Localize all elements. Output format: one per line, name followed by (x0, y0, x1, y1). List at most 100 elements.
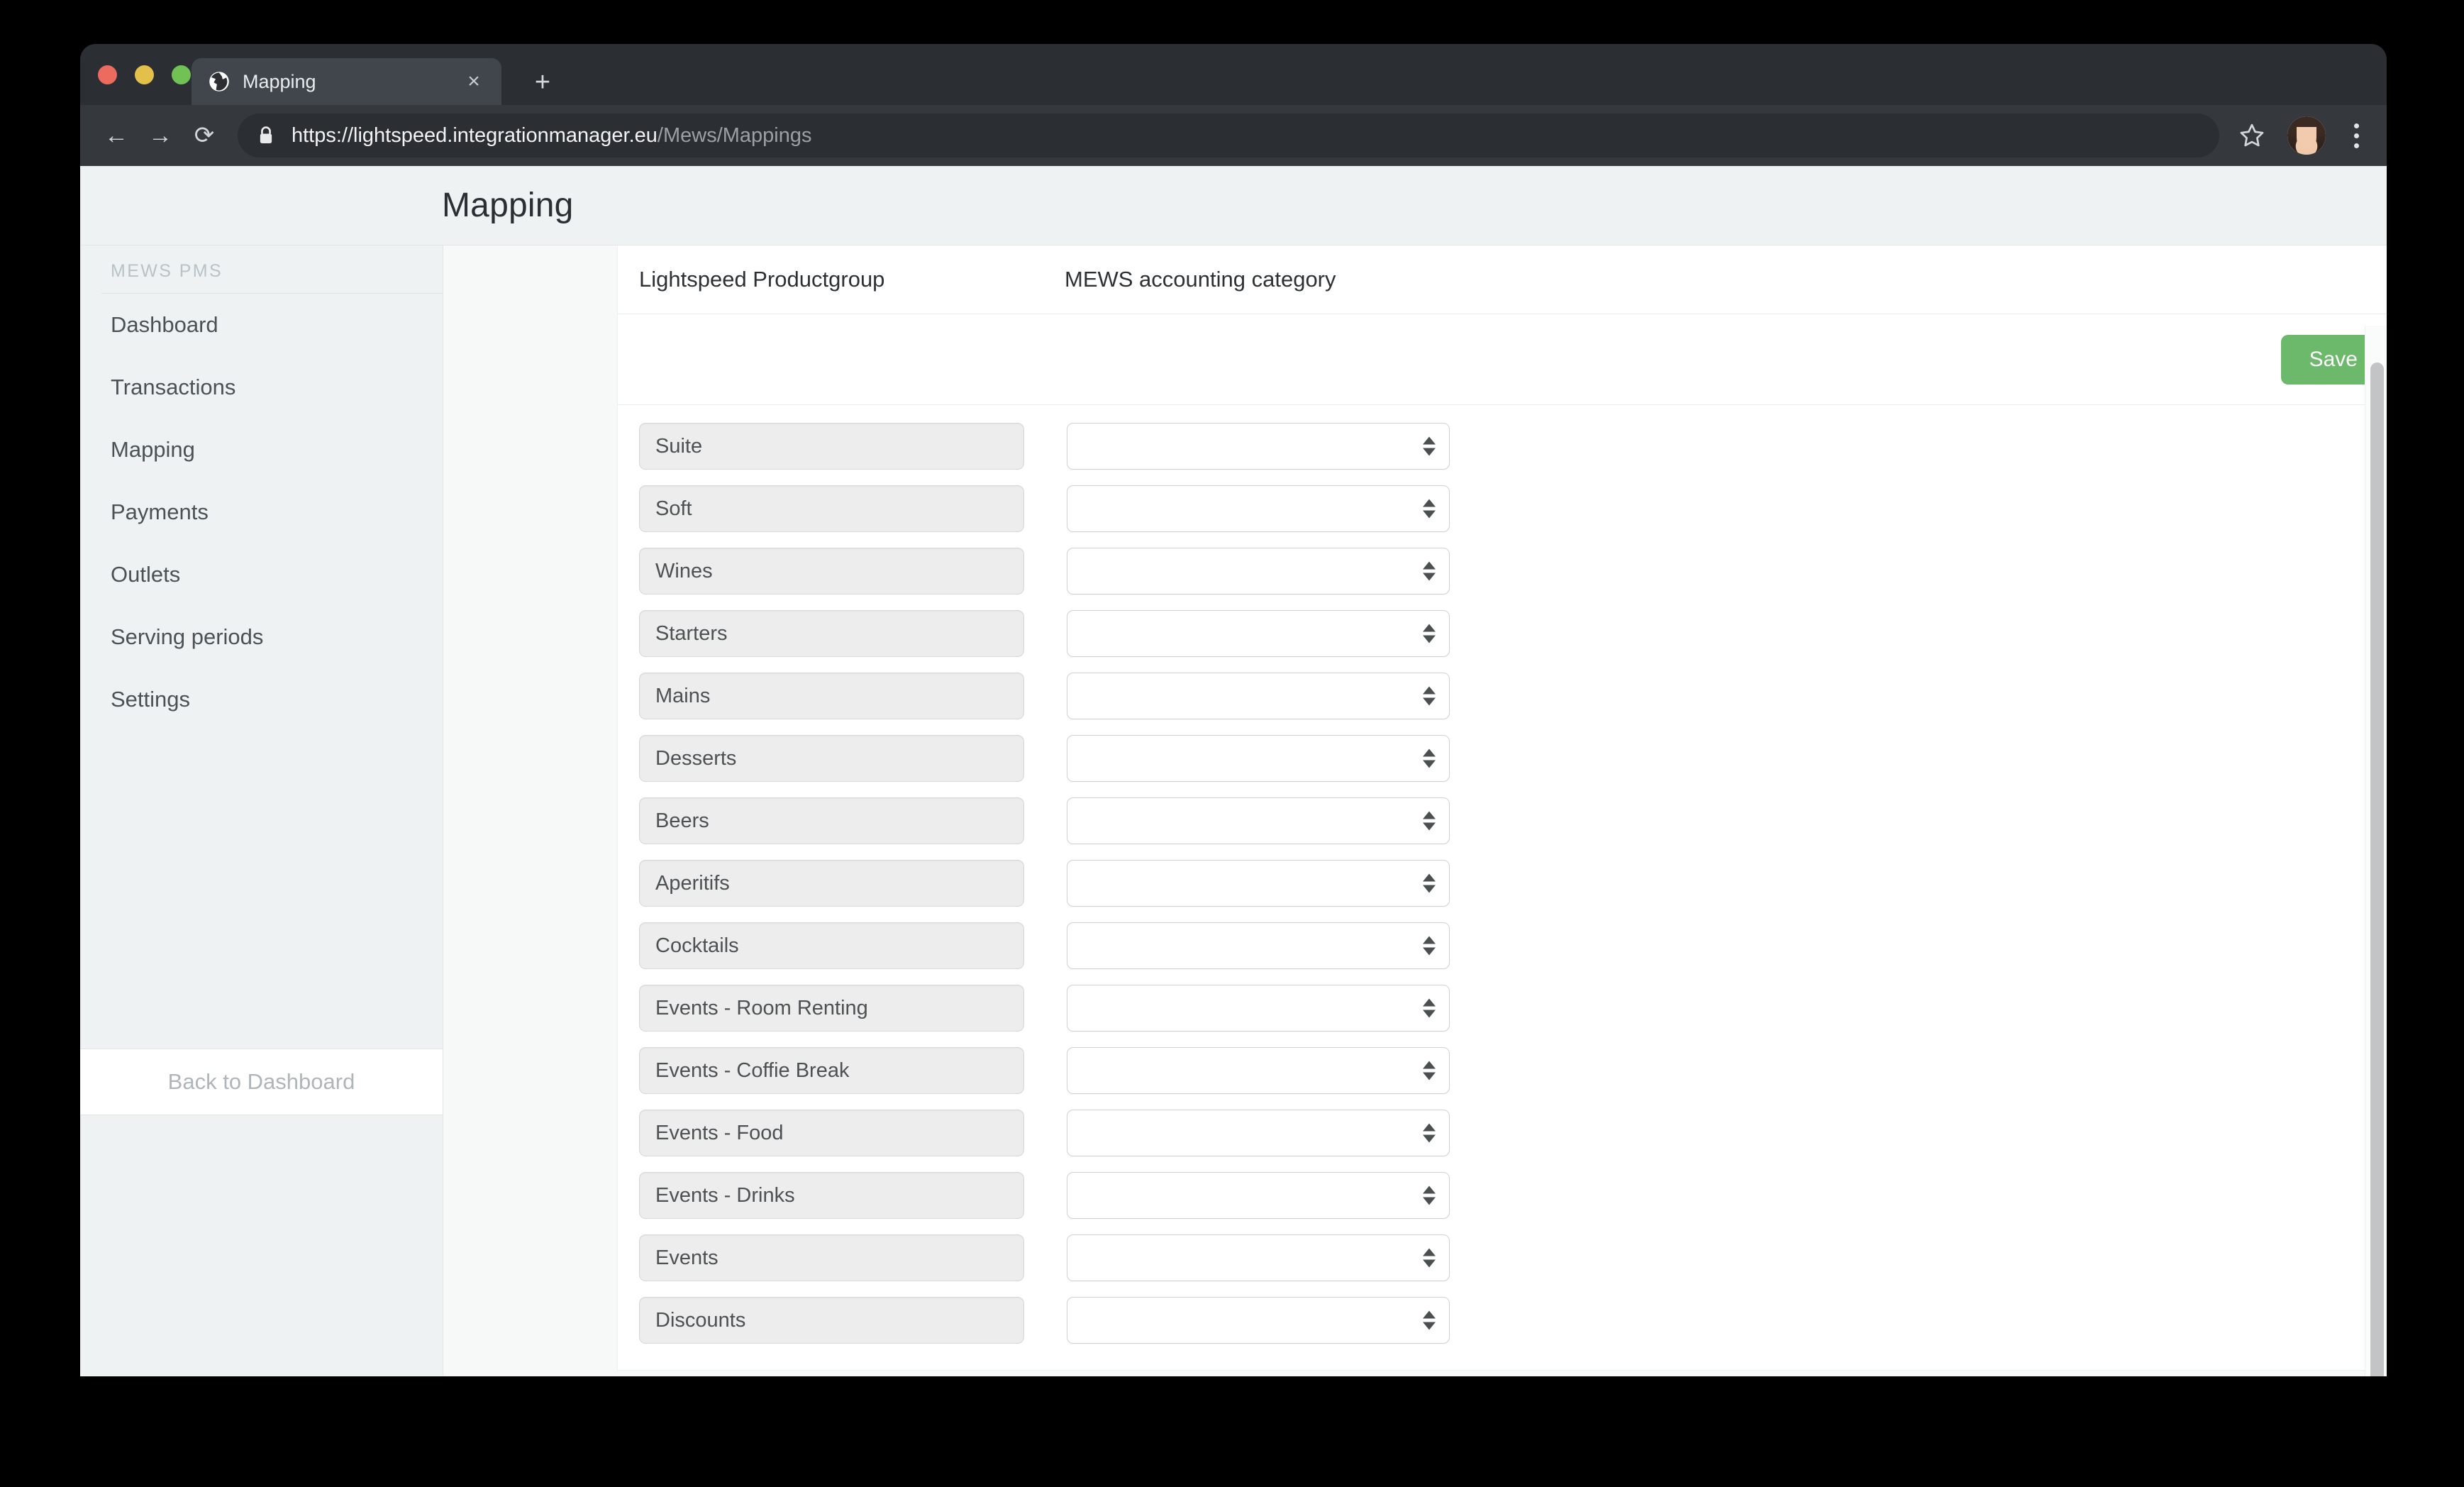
table-row (618, 1289, 2387, 1351)
sidebar: MEWS PMS Dashboard Transactions Mapping … (80, 245, 443, 1376)
accounting-category-select[interactable] (1067, 485, 1450, 532)
sidebar-item-dashboard[interactable]: Dashboard (101, 294, 443, 356)
table-row (618, 1039, 2387, 1102)
url-domain: https://lightspeed.integrationmanager.eu (292, 123, 657, 147)
app-header: Mapping (80, 166, 2387, 245)
table-row (618, 415, 2387, 477)
sidebar-item-mapping[interactable]: Mapping (101, 419, 443, 481)
accounting-category-select-wrapper (1067, 1234, 1450, 1281)
accounting-category-select[interactable] (1067, 735, 1450, 782)
back-to-dashboard-button[interactable]: Back to Dashboard (80, 1049, 443, 1115)
tab-strip: Mapping × + (80, 44, 2387, 105)
table-row (618, 477, 2387, 540)
close-window-button[interactable] (98, 65, 117, 84)
productgroup-input[interactable] (639, 860, 1024, 907)
mapping-card: Lightspeed Productgroup MEWS accounting … (617, 245, 2387, 1371)
productgroup-input[interactable] (639, 1297, 1024, 1344)
accounting-category-select[interactable] (1067, 1110, 1450, 1156)
window-traffic-lights (98, 65, 191, 84)
accounting-category-select[interactable] (1067, 548, 1450, 595)
star-icon[interactable] (2231, 114, 2273, 157)
reload-icon[interactable]: ⟳ (182, 114, 226, 157)
productgroup-input[interactable] (639, 485, 1024, 532)
accounting-category-select[interactable] (1067, 610, 1450, 657)
productgroup-input[interactable] (639, 797, 1024, 844)
accounting-category-select-wrapper (1067, 922, 1450, 969)
table-row (618, 727, 2387, 790)
minimize-window-button[interactable] (135, 65, 154, 84)
productgroup-input[interactable] (639, 423, 1024, 470)
table-row (618, 1102, 2387, 1164)
forward-icon[interactable]: → (138, 114, 182, 157)
sidebar-item-transactions[interactable]: Transactions (101, 356, 443, 419)
accounting-category-select-wrapper (1067, 1297, 1450, 1344)
productgroup-input[interactable] (639, 985, 1024, 1032)
accounting-category-select[interactable] (1067, 797, 1450, 844)
productgroup-input[interactable] (639, 673, 1024, 719)
productgroup-input[interactable] (639, 1234, 1024, 1281)
sidebar-heading: MEWS PMS (101, 245, 443, 294)
table-row (618, 852, 2387, 914)
productgroup-input[interactable] (639, 1110, 1024, 1156)
back-icon[interactable]: ← (94, 114, 138, 157)
accounting-category-select-wrapper (1067, 1172, 1450, 1219)
accounting-category-select-wrapper (1067, 1110, 1450, 1156)
accounting-category-select-wrapper (1067, 548, 1450, 595)
accounting-category-select[interactable] (1067, 922, 1450, 969)
productgroup-input[interactable] (639, 610, 1024, 657)
new-tab-button[interactable]: + (527, 68, 558, 99)
productgroup-input[interactable] (639, 1172, 1024, 1219)
maximize-window-button[interactable] (172, 65, 191, 84)
accounting-category-select-wrapper (1067, 735, 1450, 782)
accounting-category-select-wrapper (1067, 797, 1450, 844)
page-title: Mapping (442, 187, 574, 224)
productgroup-input[interactable] (639, 1047, 1024, 1094)
table-row (618, 977, 2387, 1039)
address-bar[interactable]: https://lightspeed.integrationmanager.eu… (238, 114, 2219, 157)
table-header: Lightspeed Productgroup MEWS accounting … (618, 245, 2387, 314)
column-header-productgroup: Lightspeed Productgroup (639, 267, 885, 292)
accounting-category-select[interactable] (1067, 673, 1450, 719)
table-row (618, 540, 2387, 602)
accounting-category-select-wrapper (1067, 1047, 1450, 1094)
page-scrollbar-thumb[interactable] (2370, 363, 2384, 1376)
accounting-category-select-wrapper (1067, 673, 1450, 719)
accounting-category-select[interactable] (1067, 423, 1450, 470)
accounting-category-select[interactable] (1067, 1234, 1450, 1281)
table-row (618, 1227, 2387, 1289)
productgroup-input[interactable] (639, 922, 1024, 969)
sidebar-item-payments[interactable]: Payments (101, 481, 443, 543)
three-dots-icon[interactable] (2340, 114, 2373, 157)
accounting-category-select-wrapper (1067, 985, 1450, 1032)
avatar[interactable] (2287, 116, 2326, 155)
accounting-category-select[interactable] (1067, 1047, 1450, 1094)
productgroup-input[interactable] (639, 735, 1024, 782)
card-action-row: Save (618, 314, 2387, 405)
globe-icon (207, 70, 231, 94)
productgroup-input[interactable] (639, 548, 1024, 595)
browser-tab-title: Mapping (243, 70, 316, 92)
app-body: MEWS PMS Dashboard Transactions Mapping … (80, 245, 2387, 1376)
browser-toolbar: ← → ⟳ https://lightspeed.integrationmana… (80, 105, 2387, 166)
accounting-category-select[interactable] (1067, 1172, 1450, 1219)
accounting-category-select[interactable] (1067, 985, 1450, 1032)
back-to-dashboard-label: Back to Dashboard (167, 1069, 355, 1094)
browser-tab-mapping[interactable]: Mapping × (192, 58, 501, 105)
table-row (618, 665, 2387, 727)
close-icon[interactable]: × (462, 71, 486, 92)
sidebar-item-serving-periods[interactable]: Serving periods (101, 606, 443, 668)
table-row (618, 1164, 2387, 1227)
table-row (618, 914, 2387, 977)
mapping-rows (618, 405, 2387, 1370)
accounting-category-select[interactable] (1067, 1297, 1450, 1344)
accounting-category-select-wrapper (1067, 485, 1450, 532)
table-row (618, 790, 2387, 852)
accounting-category-select[interactable] (1067, 860, 1450, 907)
page-scrollbar[interactable] (2365, 326, 2387, 1376)
column-header-accounting-category: MEWS accounting category (1065, 267, 1336, 292)
sidebar-item-settings[interactable]: Settings (101, 668, 443, 731)
lock-icon (257, 126, 276, 145)
page-viewport: Mapping MEWS PMS Dashboard Transactions … (80, 166, 2387, 1376)
sidebar-item-outlets[interactable]: Outlets (101, 543, 443, 606)
accounting-category-select-wrapper (1067, 423, 1450, 470)
